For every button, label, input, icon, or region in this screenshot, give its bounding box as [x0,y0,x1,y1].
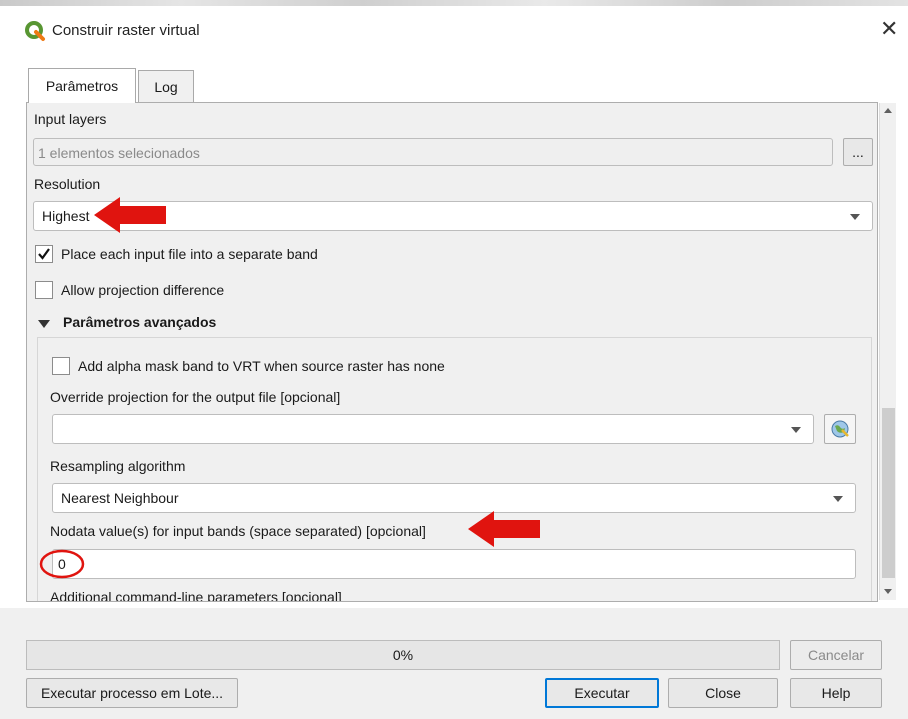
allow-projection-label: Allow projection difference [61,282,225,298]
progress-bar: 0% [26,640,780,670]
scrollbar-thumb[interactable] [882,408,895,578]
select-crs-button[interactable] [824,414,856,444]
input-layers-label: Input layers [34,111,107,127]
advanced-params-header[interactable]: Parâmetros avançados [63,314,216,330]
cancel-button[interactable]: Cancelar [790,640,882,670]
checkmark-icon [38,248,50,260]
help-label: Help [821,685,851,701]
panel-scrollbar[interactable] [879,103,896,600]
annotation-arrow-resolution [94,197,166,233]
progress-text: 0% [392,647,414,663]
annotation-arrow-nodata [468,511,540,547]
batch-label: Executar processo em Lote... [40,685,224,701]
nodata-input[interactable]: 0 [52,549,856,579]
close-button[interactable]: Close [668,678,778,708]
separate-band-label: Place each input file into a separate ba… [61,246,318,262]
close-label: Close [705,685,741,701]
cancel-label: Cancelar [807,647,865,663]
browse-label: ... [852,144,864,160]
resolution-value: Highest [42,208,90,224]
alpha-mask-label: Add alpha mask band to VRT when source r… [78,358,445,374]
qgis-logo-icon [24,20,46,42]
input-layers-field: 1 elementos selecionados [33,138,833,166]
input-layers-browse-button[interactable]: ... [843,138,873,166]
additional-params-label: Additional command-line parameters [opci… [50,589,342,601]
run-button[interactable]: Executar [545,678,659,708]
chevron-down-icon [791,427,801,433]
input-layers-value: 1 elementos selecionados [38,145,200,161]
alpha-mask-checkbox[interactable] [52,357,70,375]
resampling-label: Resampling algorithm [50,458,186,474]
tab-label: Parâmetros [45,78,119,94]
parameters-scroll-area: Input layers 1 elementos selecionados ..… [27,103,877,601]
tab-log[interactable]: Log [138,70,194,103]
resampling-combo[interactable]: Nearest Neighbour [52,483,856,513]
resolution-label: Resolution [34,176,101,192]
separate-band-checkbox[interactable] [35,245,53,263]
tab-parametros[interactable]: Parâmetros [28,68,136,103]
scroll-down-icon[interactable] [884,589,892,594]
help-button[interactable]: Help [790,678,882,708]
tab-label: Log [154,79,178,95]
nodata-label: Nodata value(s) for input bands (space s… [50,523,426,539]
background-window-strip [0,0,908,6]
globe-icon [831,420,849,438]
scroll-up-icon[interactable] [884,108,892,113]
chevron-down-icon [850,214,860,220]
batch-process-button[interactable]: Executar processo em Lote... [26,678,238,708]
annotation-circle-nodata [39,549,85,579]
override-projection-combo[interactable] [52,414,814,444]
close-icon[interactable]: ✕ [880,16,898,42]
override-projection-label: Override projection for the output file … [50,389,341,405]
chevron-down-icon [833,496,843,502]
run-label: Executar [574,685,630,701]
allow-projection-checkbox[interactable] [35,281,53,299]
window-title: Construir raster virtual [52,22,200,39]
triangle-down-icon[interactable] [38,320,50,328]
resampling-value: Nearest Neighbour [61,490,179,506]
